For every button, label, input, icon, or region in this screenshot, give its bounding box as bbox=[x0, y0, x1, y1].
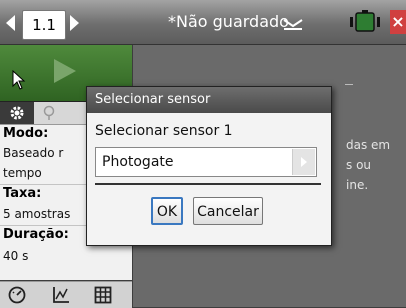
rate-label: Taxa: bbox=[3, 186, 42, 201]
sensor-select-value: Photogate bbox=[102, 154, 174, 170]
mouse-pointer-icon bbox=[12, 70, 26, 90]
table-view-icon[interactable] bbox=[94, 286, 112, 304]
mode-label: Modo: bbox=[3, 126, 49, 141]
mode-value-line-1[interactable]: Baseado r bbox=[3, 146, 63, 160]
dialog-title: Selecionar sensor bbox=[87, 87, 331, 113]
graph-view-icon[interactable] bbox=[52, 286, 70, 304]
hint-text-line-3: ine. bbox=[346, 178, 369, 192]
page-tab[interactable]: 1.1 bbox=[22, 10, 66, 40]
chevron-down-icon[interactable] bbox=[282, 16, 304, 30]
document-title[interactable]: *Não guardado bbox=[168, 12, 289, 31]
rate-value[interactable]: 5 amostras bbox=[3, 207, 70, 221]
battery-icon bbox=[350, 10, 380, 32]
play-icon bbox=[54, 59, 76, 83]
meter-view-icon[interactable] bbox=[8, 286, 26, 304]
view-tool-bar bbox=[0, 281, 132, 308]
hint-text-line-2: s ou bbox=[346, 158, 372, 172]
settings-tab[interactable] bbox=[0, 102, 34, 124]
top-bar: 1.1 *Não guardado × bbox=[0, 0, 406, 45]
gear-icon bbox=[10, 106, 24, 120]
mode-value-line-2[interactable]: tempo bbox=[3, 166, 42, 180]
sensor-select[interactable]: Photogate bbox=[95, 147, 317, 177]
select-sensor-dialog: Selecionar sensor Selecionar sensor 1 Ph… bbox=[86, 86, 332, 246]
sensor-field-label: Selecionar sensor 1 bbox=[95, 123, 233, 139]
hint-bullet bbox=[345, 84, 353, 85]
duration-value[interactable]: 40 s bbox=[3, 249, 28, 263]
cancel-button[interactable]: Cancelar bbox=[193, 197, 263, 225]
close-icon[interactable]: × bbox=[390, 10, 406, 34]
hint-text-line-1: das em bbox=[346, 138, 391, 152]
nav-left-icon[interactable] bbox=[6, 15, 15, 31]
select-arrow-button[interactable] bbox=[292, 149, 315, 175]
duration-label: Duração: bbox=[3, 227, 69, 242]
chevron-right-icon bbox=[301, 157, 307, 167]
ok-button[interactable]: OK bbox=[151, 197, 183, 225]
pin-icon[interactable] bbox=[42, 105, 56, 121]
nav-right-icon[interactable] bbox=[70, 15, 79, 31]
dialog-divider bbox=[95, 183, 321, 185]
